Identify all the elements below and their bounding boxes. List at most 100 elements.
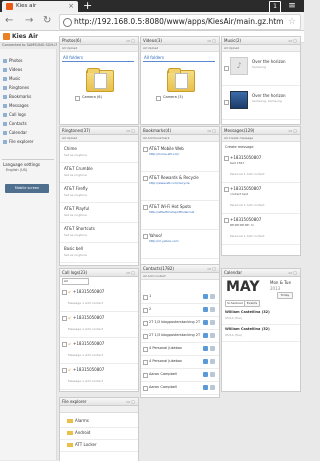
address-bar[interactable]: http://192.168.0.5:8080/www/apps/KiesAir… bbox=[59, 14, 301, 30]
edit-icon[interactable] bbox=[210, 359, 215, 364]
edit-icon[interactable] bbox=[210, 294, 215, 299]
bookmark-url[interactable]: http://m.yahoo.com bbox=[149, 239, 179, 243]
item-checkbox[interactable] bbox=[143, 295, 148, 300]
call-meta[interactable]: Message 1 Add contact bbox=[68, 353, 103, 357]
item-checkbox[interactable] bbox=[143, 360, 148, 365]
file-item[interactable]: ATT Locker bbox=[60, 440, 138, 452]
panel-toolbar[interactable]: All Upload bbox=[222, 45, 300, 52]
item-checkbox[interactable] bbox=[143, 347, 148, 352]
sidebar-item-contacts[interactable]: Contacts bbox=[0, 120, 56, 128]
panel-controls-icon[interactable]: ▭▢ bbox=[126, 398, 136, 405]
file-item[interactable]: Android bbox=[60, 428, 138, 440]
list-item[interactable]: AT&T Mobile Web http://home.att.com bbox=[141, 143, 219, 172]
item-checkbox[interactable] bbox=[62, 368, 67, 373]
call-meta[interactable]: Message 1 Add contact bbox=[68, 379, 103, 383]
item-checkbox[interactable] bbox=[143, 373, 148, 378]
panel-toolbar[interactable]: All Create message bbox=[222, 135, 300, 142]
item-checkbox[interactable] bbox=[62, 290, 67, 295]
new-tab-button[interactable]: + bbox=[83, 0, 92, 12]
browser-tab[interactable]: Kies air × bbox=[2, 1, 78, 12]
message-icon[interactable] bbox=[203, 359, 208, 364]
edit-icon[interactable] bbox=[210, 333, 215, 338]
mobile-screen-button[interactable]: Mobile screen bbox=[5, 184, 49, 193]
message-item[interactable]: +18315050807 RE:RE:RE:RE: hi Personal 1 … bbox=[222, 214, 300, 245]
call-log-item[interactable]: ↙ +18315050807 Message 1 Add contact bbox=[60, 364, 138, 390]
panel-toolbar[interactable]: All Upload bbox=[60, 135, 138, 142]
list-item[interactable]: AT&T Wi-Fi Hot Spots http://attwifi.hots… bbox=[141, 201, 219, 230]
contact-row[interactable]: Aaron Campbell bbox=[141, 369, 219, 382]
forward-arrow-icon[interactable]: → bbox=[25, 15, 33, 27]
sidebar-item-photos[interactable]: Photos bbox=[0, 57, 56, 65]
message-icon[interactable] bbox=[203, 307, 208, 312]
message-icon[interactable] bbox=[203, 372, 208, 377]
item-checkbox[interactable] bbox=[224, 66, 229, 71]
list-item[interactable]: Chime Set as ringtone bbox=[60, 143, 138, 163]
item-checkbox[interactable] bbox=[224, 218, 229, 223]
photo-folder-icon[interactable] bbox=[86, 68, 114, 92]
panel-toolbar[interactable]: All Upload bbox=[60, 45, 138, 52]
panel-controls-icon[interactable]: ▭▢ bbox=[288, 127, 298, 134]
ringtone-sub[interactable]: Set as ringtone bbox=[64, 213, 87, 217]
sidebar-item-ringtones[interactable]: Ringtones bbox=[0, 84, 56, 92]
item-checkbox[interactable] bbox=[143, 147, 148, 152]
list-item[interactable]: Over the horizon Samsung, Samsung bbox=[222, 87, 300, 120]
item-checkbox[interactable] bbox=[62, 342, 67, 347]
edit-icon[interactable] bbox=[210, 385, 215, 390]
message-icon[interactable] bbox=[203, 294, 208, 299]
contact-row[interactable]: 4 Personal Jukebox bbox=[141, 356, 219, 369]
panel-controls-icon[interactable]: ▭▢ bbox=[207, 265, 217, 272]
language-value[interactable]: English (US) bbox=[6, 168, 27, 173]
album-title[interactable]: All folders bbox=[63, 55, 83, 60]
edit-icon[interactable] bbox=[210, 346, 215, 351]
item-checkbox[interactable] bbox=[224, 187, 229, 192]
folder-checkbox[interactable] bbox=[75, 96, 80, 101]
call-log-item[interactable]: ↙ +18315050807 Message 1 Add contact bbox=[60, 338, 138, 364]
sidebar-item-messages[interactable]: Messages bbox=[0, 102, 56, 110]
sidebar-item-videos[interactable]: Videos bbox=[0, 66, 56, 74]
list-item[interactable]: AT&T Crumble Set as ringtone bbox=[60, 163, 138, 183]
folder-checkbox[interactable] bbox=[156, 96, 161, 101]
message-item[interactable]: +18315050807 test 1567 Personal 1 Add co… bbox=[222, 152, 300, 183]
list-item[interactable]: AT&T Firefly Set as ringtone bbox=[60, 183, 138, 203]
bookmark-star-icon[interactable]: ☆ bbox=[288, 15, 296, 29]
create-message-link[interactable]: Create message bbox=[225, 144, 253, 150]
ringtone-sub[interactable]: Set as ringtone bbox=[64, 153, 87, 157]
panel-toolbar[interactable]: All Add contact bbox=[141, 273, 219, 280]
item-checkbox[interactable] bbox=[143, 308, 148, 313]
call-meta[interactable]: Message 1 Add contact bbox=[68, 327, 103, 331]
sidebar-item-file-explorer[interactable]: File explorer bbox=[0, 138, 56, 146]
list-item[interactable]: Basic bell Set as ringtone bbox=[60, 243, 138, 263]
panel-toolbar[interactable] bbox=[60, 406, 138, 413]
panel-toolbar[interactable]: All Upload bbox=[141, 45, 219, 52]
panel-controls-icon[interactable]: ▭▢ bbox=[207, 37, 217, 44]
list-item[interactable]: AT&T Rewards & Recycle http://www.att.co… bbox=[141, 172, 219, 201]
close-tab-icon[interactable]: × bbox=[68, 1, 74, 12]
panel-controls-icon[interactable]: ▭▢ bbox=[288, 269, 298, 276]
ringtone-sub[interactable]: Set as ringtone bbox=[64, 253, 87, 257]
item-checkbox[interactable] bbox=[143, 176, 148, 181]
panel-controls-icon[interactable]: ▭▢ bbox=[126, 269, 136, 276]
contact-row[interactable]: 2T 1/3 blogposterstacking 2T 1/3 blog bbox=[141, 330, 219, 343]
item-checkbox[interactable] bbox=[143, 205, 148, 210]
bookmark-url[interactable]: http://www.att.com/recycle bbox=[149, 181, 190, 185]
list-item[interactable]: AT&T Shortcuts Set as ringtone bbox=[60, 223, 138, 243]
message-meta[interactable]: Personal 1 Add contact bbox=[230, 234, 265, 238]
ringtone-sub[interactable]: Set as ringtone bbox=[64, 173, 87, 177]
list-item[interactable]: ♪ Over the horizon Samsung bbox=[222, 53, 300, 86]
message-icon[interactable] bbox=[203, 385, 208, 390]
item-checkbox[interactable] bbox=[224, 156, 229, 161]
item-checkbox[interactable] bbox=[143, 234, 148, 239]
sidebar-item-call-logs[interactable]: Call logs bbox=[0, 111, 56, 119]
bookmark-url[interactable]: http://home.att.com bbox=[149, 152, 179, 156]
item-checkbox[interactable] bbox=[143, 321, 148, 326]
edit-icon[interactable] bbox=[210, 372, 215, 377]
calendar-event[interactable]: William Castellina (32) 05/14 (Tue) bbox=[222, 308, 300, 325]
panel-controls-icon[interactable]: ▭▢ bbox=[207, 127, 217, 134]
item-checkbox[interactable] bbox=[224, 100, 229, 105]
sidebar-item-calendar[interactable]: Calendar bbox=[0, 129, 56, 137]
contact-row[interactable]: 1 bbox=[141, 291, 219, 304]
call-meta[interactable]: Message 1 Add contact bbox=[68, 301, 103, 305]
message-icon[interactable] bbox=[203, 346, 208, 351]
call-filter-select[interactable]: All bbox=[62, 278, 89, 285]
contact-row[interactable]: 2T 1/3 blogposterstacking 2T 1/3 blog bbox=[141, 317, 219, 330]
